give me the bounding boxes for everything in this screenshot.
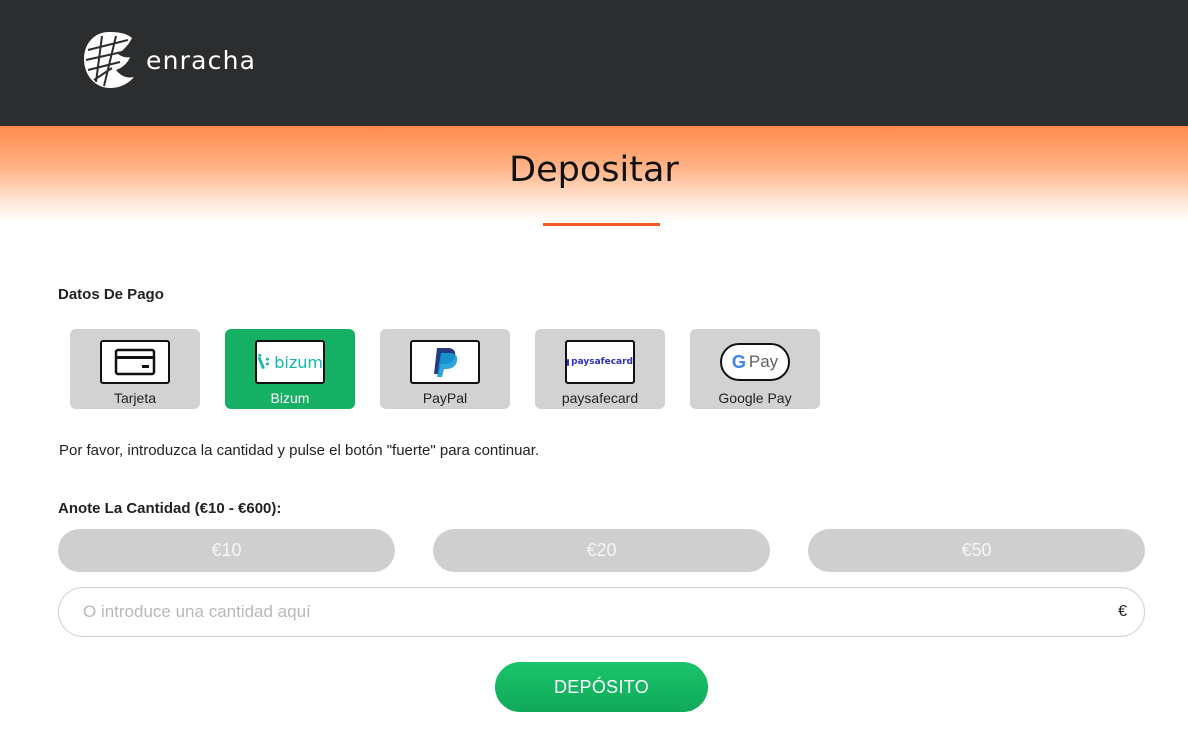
paypal-logo-icon xyxy=(410,340,480,384)
payment-method-tarjeta[interactable]: Tarjeta xyxy=(70,329,200,409)
credit-card-icon xyxy=(100,340,170,384)
brand-name: enracha xyxy=(146,45,257,75)
title-underline xyxy=(543,223,660,226)
quick-amount-group: €10 €20 €50 xyxy=(58,529,1145,572)
payment-method-list: Tarjeta bizum Bizum PayPal paysafecard p… xyxy=(70,329,820,409)
quick-amount-20-button[interactable]: €20 xyxy=(433,529,770,572)
payment-method-label: Tarjeta xyxy=(113,390,157,406)
google-pay-logo-text: Pay xyxy=(748,352,779,371)
page-title: Depositar xyxy=(509,150,679,190)
paysafecard-logo-text: paysafecard xyxy=(571,357,633,367)
top-header: enracha xyxy=(0,0,1188,126)
enracha-logo-icon xyxy=(84,32,134,88)
payment-method-label: Google Pay xyxy=(718,390,792,406)
quick-amount-50-button[interactable]: €50 xyxy=(808,529,1145,572)
payment-method-google-pay[interactable]: G Pay Google Pay xyxy=(690,329,820,409)
amount-input[interactable] xyxy=(83,588,1083,636)
paysafecard-logo-icon: paysafecard xyxy=(565,340,635,384)
quick-amount-10-button[interactable]: €10 xyxy=(58,529,395,572)
bizum-logo-icon: bizum xyxy=(255,340,325,384)
payment-method-label: PayPal xyxy=(422,390,468,406)
google-pay-logo-icon: G Pay xyxy=(720,343,790,381)
payment-method-bizum[interactable]: bizum Bizum xyxy=(225,329,355,409)
payment-method-label: paysafecard xyxy=(561,390,639,406)
amount-label: Anote La Cantidad (€10 - €600): xyxy=(58,500,282,517)
payment-method-paysafecard[interactable]: paysafecard paysafecard xyxy=(535,329,665,409)
instructions-text: Por favor, introduzca la cantidad y puls… xyxy=(59,442,540,459)
currency-symbol: € xyxy=(1118,603,1127,620)
payment-method-paypal[interactable]: PayPal xyxy=(380,329,510,409)
bizum-logo-text: bizum xyxy=(274,352,323,372)
payment-section-label: Datos De Pago xyxy=(58,286,164,303)
payment-method-label: Bizum xyxy=(270,390,310,406)
deposit-button[interactable]: DEPÓSITO xyxy=(495,662,708,712)
amount-field: € xyxy=(58,587,1145,637)
brand-logo[interactable]: enracha xyxy=(82,30,256,90)
